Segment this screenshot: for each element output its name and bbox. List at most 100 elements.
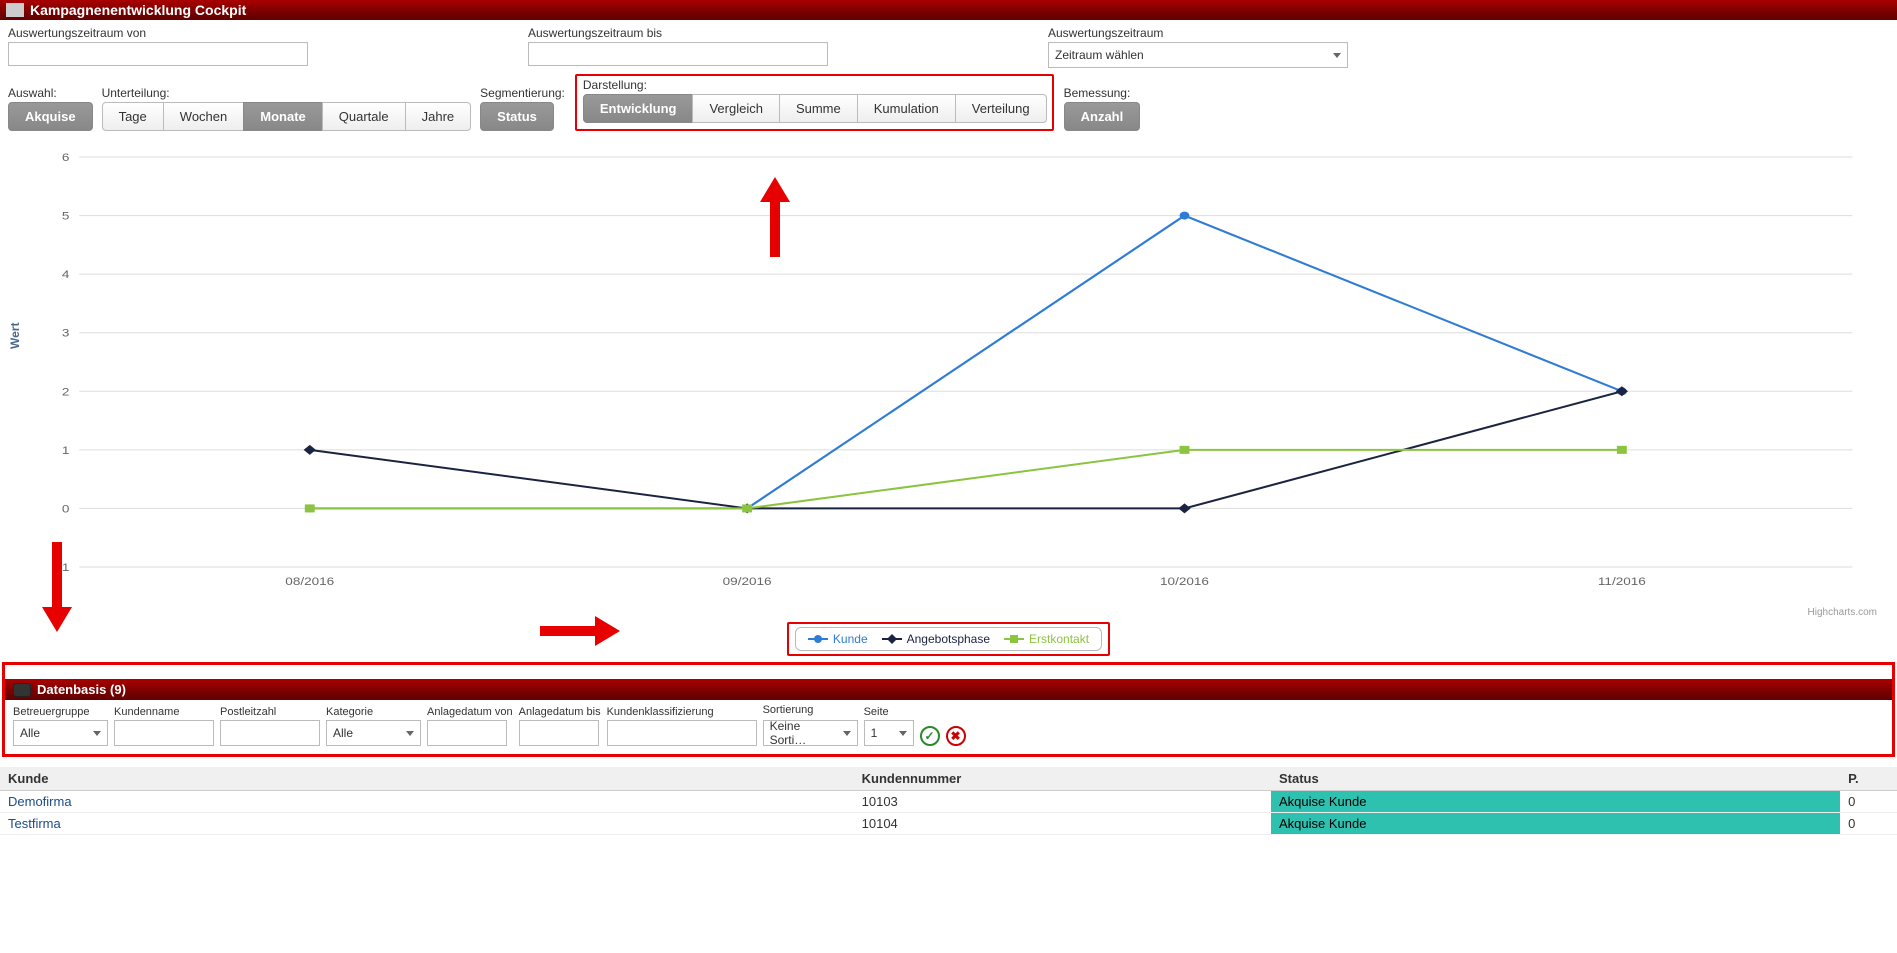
line-chart: -1012345608/201609/201610/201611/2016: [30, 147, 1877, 607]
table-header-row: Kunde Kundennummer Status P.: [0, 767, 1897, 791]
svg-text:0: 0: [62, 503, 70, 515]
apply-filter-button[interactable]: ✓: [920, 726, 940, 746]
lbl-kategorie: Kategorie: [326, 706, 421, 718]
y-axis-label: Wert: [8, 322, 22, 348]
sel-kategorie[interactable]: Alle: [326, 720, 421, 746]
filter-bis: Auswertungszeitraum bis: [528, 26, 828, 66]
von-label: Auswertungszeitraum von: [8, 26, 308, 40]
chart-area: Wert -1012345608/201609/201610/201611/20…: [0, 137, 1897, 607]
btn-summe[interactable]: Summe: [779, 94, 858, 123]
table-row[interactable]: Testfirma10104Akquise Kunde0: [0, 813, 1897, 835]
date-filter-row: Auswertungszeitraum von Auswertungszeitr…: [0, 20, 1897, 74]
svg-text:11/2016: 11/2016: [1598, 575, 1646, 587]
btn-vergleich[interactable]: Vergleich: [692, 94, 779, 123]
sel-sortierung[interactable]: Keine Sorti…: [763, 720, 858, 746]
datenbasis-highlight: Datenbasis (9) Betreuergruppe Alle Kunde…: [2, 662, 1895, 757]
annotation-arrow-up: [760, 177, 790, 257]
inp-kundenname[interactable]: [114, 720, 214, 746]
bis-input[interactable]: [528, 42, 828, 66]
legend-marker-icon: [1004, 633, 1024, 645]
darstellung-group: Darstellung: Entwicklung Vergleich Summe…: [575, 74, 1054, 131]
svg-text:6: 6: [62, 151, 70, 163]
header-icon: [6, 3, 24, 17]
svg-text:2: 2: [62, 385, 70, 397]
cell-status: Akquise Kunde: [1271, 791, 1840, 813]
svg-text:08/2016: 08/2016: [285, 575, 334, 587]
lbl-sortierung: Sortierung: [763, 704, 858, 716]
auswahl-button[interactable]: Akquise: [8, 102, 93, 131]
bemessung-button[interactable]: Anzahl: [1064, 102, 1141, 131]
btn-verteilung[interactable]: Verteilung: [955, 94, 1047, 123]
datenbasis-filters: Betreuergruppe Alle Kundenname Postleitz…: [5, 700, 1892, 754]
inp-postleitzahl[interactable]: [220, 720, 320, 746]
von-input[interactable]: [8, 42, 308, 66]
bis-label: Auswertungszeitraum bis: [528, 26, 828, 40]
btn-kumulation[interactable]: Kumulation: [857, 94, 956, 123]
toolbar: Auswahl: Akquise Unterteilung: Tage Woch…: [0, 74, 1897, 137]
btn-quartale[interactable]: Quartale: [322, 102, 406, 131]
th-status[interactable]: Status: [1271, 767, 1840, 791]
cell-p: 0: [1840, 791, 1897, 813]
annotation-arrow-right: [540, 616, 620, 646]
lbl-seite: Seite: [864, 706, 914, 718]
clear-filter-button[interactable]: ✖: [946, 726, 966, 746]
lbl-anlagedatum-bis: Anlagedatum bis: [519, 706, 601, 718]
legend-label: Kunde: [833, 632, 868, 646]
legend-wrap: Kunde Angebotsphase Erstkontakt: [0, 622, 1897, 656]
zeitraum-label: Auswertungszeitraum: [1048, 26, 1348, 40]
zeitraum-value: Zeitraum wählen: [1055, 48, 1144, 62]
lbl-postleitzahl: Postleitzahl: [220, 706, 320, 718]
cell-kundennummer: 10104: [854, 813, 1271, 835]
sel-seite[interactable]: 1: [864, 720, 914, 746]
table-row[interactable]: Demofirma10103Akquise Kunde0: [0, 791, 1897, 813]
chevron-down-icon: [899, 731, 907, 736]
segmentierung-button[interactable]: Status: [480, 102, 554, 131]
btn-wochen[interactable]: Wochen: [163, 102, 244, 131]
cell-kunde[interactable]: Demofirma: [0, 791, 854, 813]
btn-monate[interactable]: Monate: [243, 102, 323, 131]
lbl-kundenname: Kundenname: [114, 706, 214, 718]
chevron-down-icon: [93, 731, 101, 736]
lbl-kundenklassifizierung: Kundenklassifizierung: [607, 706, 757, 718]
cell-kundennummer: 10103: [854, 791, 1271, 813]
sel-betreuergruppe[interactable]: Alle: [13, 720, 108, 746]
auswahl-group: Auswahl: Akquise: [8, 86, 92, 131]
svg-text:3: 3: [62, 327, 70, 339]
svg-text:5: 5: [62, 210, 70, 222]
th-kunde[interactable]: Kunde: [0, 767, 854, 791]
inp-anlagedatum-bis[interactable]: [519, 720, 599, 746]
btn-jahre[interactable]: Jahre: [405, 102, 472, 131]
zeitraum-select[interactable]: Zeitraum wählen: [1048, 42, 1348, 68]
legend-box: Kunde Angebotsphase Erstkontakt: [795, 627, 1102, 651]
filter-von: Auswertungszeitraum von: [8, 26, 308, 66]
inp-anlagedatum-von[interactable]: [427, 720, 507, 746]
segmentierung-group: Segmentierung: Status: [480, 86, 565, 131]
th-p[interactable]: P.: [1840, 767, 1897, 791]
cell-kunde[interactable]: Testfirma: [0, 813, 854, 835]
unterteilung-label: Unterteilung:: [102, 86, 471, 100]
auswahl-label: Auswahl:: [8, 86, 92, 100]
svg-text:09/2016: 09/2016: [723, 575, 772, 587]
inp-kundenklassifizierung[interactable]: [607, 720, 757, 746]
svg-text:10/2016: 10/2016: [1160, 575, 1209, 587]
lbl-anlagedatum-von: Anlagedatum von: [427, 706, 513, 718]
bemessung-label: Bemessung:: [1064, 86, 1140, 100]
bemessung-group: Bemessung: Anzahl: [1064, 86, 1140, 131]
cell-p: 0: [1840, 813, 1897, 835]
legend-item[interactable]: Erstkontakt: [1004, 632, 1089, 646]
svg-text:4: 4: [62, 268, 70, 280]
lbl-betreuergruppe: Betreuergruppe: [13, 706, 108, 718]
darstellung-label: Darstellung:: [583, 78, 1046, 92]
btn-entwicklung[interactable]: Entwicklung: [583, 94, 694, 123]
datenbasis-header: Datenbasis (9): [5, 679, 1892, 700]
svg-text:1: 1: [62, 444, 70, 456]
legend-item[interactable]: Kunde: [808, 632, 868, 646]
th-kundennummer[interactable]: Kundennummer: [854, 767, 1271, 791]
segmentierung-label: Segmentierung:: [480, 86, 565, 100]
btn-tage[interactable]: Tage: [102, 102, 164, 131]
data-table: Kunde Kundennummer Status P. Demofirma10…: [0, 767, 1897, 835]
legend-highlight: Kunde Angebotsphase Erstkontakt: [787, 622, 1110, 656]
legend-label: Angebotsphase: [907, 632, 990, 646]
comment-icon: [13, 683, 31, 697]
legend-item[interactable]: Angebotsphase: [882, 632, 990, 646]
